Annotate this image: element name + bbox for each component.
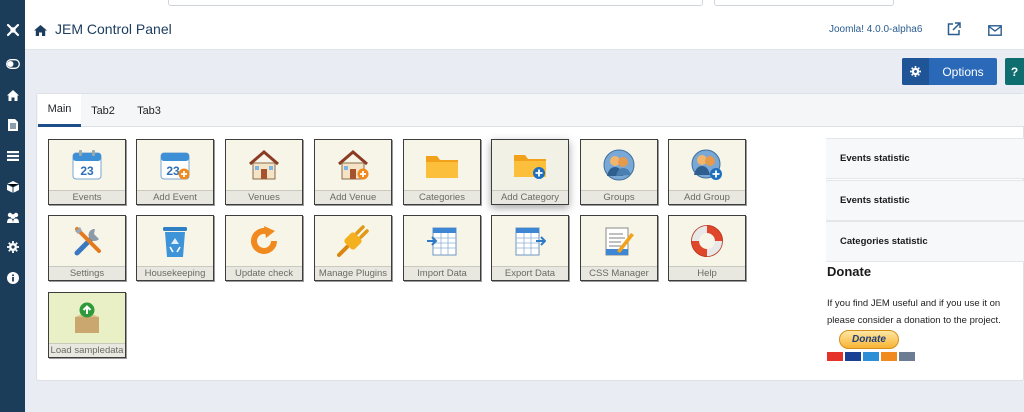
tile-label: Housekeeping [137, 266, 213, 280]
folder-add-icon [492, 144, 568, 186]
top-field-left[interactable] [168, 0, 703, 6]
house-add-icon [315, 144, 391, 186]
tab-bar: Main Tab2 Tab3 [37, 94, 1024, 127]
options-label: Options [942, 64, 984, 79]
tab-tab3[interactable]: Tab3 [126, 94, 172, 127]
box-upload-icon [49, 297, 125, 339]
sidebar-home-icon[interactable] [0, 85, 25, 105]
tile-categories[interactable]: Categories [403, 139, 481, 205]
events-statistic-header-2[interactable]: Events statistic [826, 180, 1024, 221]
sidebar [0, 0, 25, 412]
mail-icon[interactable] [988, 23, 1002, 41]
user-group-icon [581, 144, 657, 186]
discover-icon [881, 352, 897, 361]
sidebar-system-gear-icon[interactable] [0, 237, 25, 257]
categories-statistic-header[interactable]: Categories statistic [826, 221, 1024, 262]
tile-label: Add Group [669, 190, 745, 204]
tile-label: Help [669, 266, 745, 280]
tile-label: CSS Manager [581, 266, 657, 280]
tile-add-category[interactable]: Add Category [491, 139, 569, 205]
refresh-icon [226, 220, 302, 262]
visa-icon [845, 352, 861, 361]
calendar-add-icon: 23 [137, 144, 213, 186]
tile-venues[interactable]: Venues [225, 139, 303, 205]
tile-label: Add Event [137, 190, 213, 204]
sidebar-content-icon[interactable] [0, 115, 25, 135]
donate-text-line2: please consider a donation to the projec… [827, 315, 1001, 326]
top-field-right[interactable] [714, 0, 894, 6]
tile-label: Venues [226, 190, 302, 204]
tile-import-data[interactable]: Import Data [403, 215, 481, 281]
tile-label: Settings [49, 266, 125, 280]
tab-tab2[interactable]: Tab2 [84, 94, 122, 127]
tile-label: Add Venue [315, 190, 391, 204]
tile-export-data[interactable]: Export Data [491, 215, 569, 281]
mastercard-icon [827, 352, 843, 361]
payment-cards-logos [827, 352, 915, 361]
recycle-bin-icon [137, 220, 213, 262]
donate-title: Donate [827, 264, 872, 279]
tile-label: Groups [581, 190, 657, 204]
sidebar-info-icon[interactable] [0, 268, 25, 288]
lifebuoy-icon [669, 220, 745, 262]
tile-update-check[interactable]: Update check [225, 215, 303, 281]
plug-icon [315, 220, 391, 262]
tile-help[interactable]: Help [668, 215, 746, 281]
spreadsheet-export-icon [492, 220, 568, 262]
tile-label: Update check [226, 266, 302, 280]
events-statistic-header[interactable]: Events statistic [826, 138, 1024, 179]
tile-css-manager[interactable]: CSS Manager [580, 215, 658, 281]
tile-housekeeping[interactable]: Housekeeping [136, 215, 214, 281]
joomla-logo-icon[interactable] [0, 18, 25, 42]
tile-load-sampledata[interactable]: Load sampledata [48, 292, 126, 358]
tile-label: Categories [404, 190, 480, 204]
bank-icon [899, 352, 915, 361]
tile-add-group[interactable]: Add Group [668, 139, 746, 205]
home-icon [34, 23, 47, 41]
tile-label: Events [49, 190, 125, 204]
paypal-donate-button[interactable]: Donate [839, 330, 899, 349]
options-button[interactable]: Options [902, 58, 997, 85]
gear-icon [902, 58, 929, 85]
tile-add-event[interactable]: 23 Add Event [136, 139, 214, 205]
header-bar: JEM Control Panel Joomla! 4.0.0-alpha6 [25, 8, 1024, 50]
tile-manage-plugins[interactable]: Manage Plugins [314, 215, 392, 281]
tile-settings[interactable]: Settings [48, 215, 126, 281]
tile-label: Export Data [492, 266, 568, 280]
sidebar-toggle-icon[interactable] [0, 54, 25, 74]
svg-text:23: 23 [166, 164, 180, 178]
user-group-add-icon [669, 144, 745, 186]
tile-events[interactable]: 23 Events [48, 139, 126, 205]
folder-icon [404, 144, 480, 186]
css-edit-icon [581, 220, 657, 262]
svg-text:23: 23 [80, 164, 94, 178]
tile-label: Load sampledata [49, 343, 125, 357]
tile-label: Import Data [404, 266, 480, 280]
tile-label: Add Category [492, 190, 568, 204]
tab-main[interactable]: Main [38, 94, 81, 127]
sidebar-menus-icon[interactable] [0, 146, 25, 166]
tile-add-venue[interactable]: Add Venue [314, 139, 392, 205]
spreadsheet-import-icon [404, 220, 480, 262]
sidebar-components-icon[interactable] [0, 177, 25, 197]
top-strip [0, 0, 1024, 8]
help-button[interactable]: ? [1005, 58, 1024, 85]
version-link[interactable]: Joomla! 4.0.0-alpha6 [829, 24, 922, 35]
page-title: JEM Control Panel [55, 21, 172, 37]
tile-groups[interactable]: Groups [580, 139, 658, 205]
calendar-icon: 23 [49, 144, 125, 186]
amex-icon [863, 352, 879, 361]
house-icon [226, 144, 302, 186]
external-link-icon[interactable] [947, 22, 961, 41]
tile-label: Manage Plugins [315, 266, 391, 280]
donate-text-line1: If you find JEM useful and if you use it… [827, 298, 1001, 309]
sidebar-users-icon[interactable] [0, 207, 25, 227]
tools-icon [49, 220, 125, 262]
